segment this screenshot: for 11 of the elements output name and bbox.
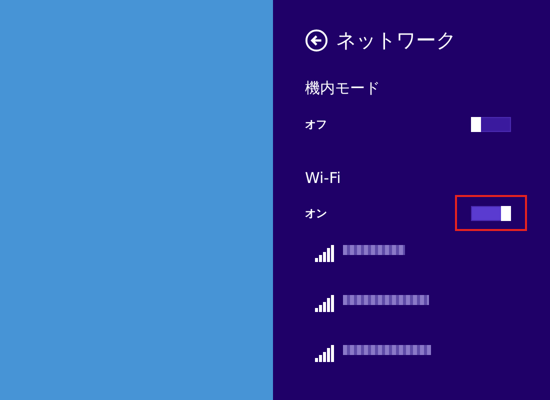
toggle-switch[interactable]: [471, 206, 511, 220]
toggle-switch[interactable]: [471, 116, 511, 132]
panel-title: ネットワーク: [336, 27, 456, 54]
signal-icon: [315, 295, 334, 312]
setting-label: 機内モード: [305, 79, 380, 98]
signal-icon: [315, 345, 334, 362]
signal-icon: [315, 245, 334, 262]
state-text: オン: [305, 206, 327, 220]
setting-label: Wi-Fi: [305, 169, 341, 187]
back-icon[interactable]: [305, 29, 328, 52]
state-text: オフ: [305, 116, 327, 132]
